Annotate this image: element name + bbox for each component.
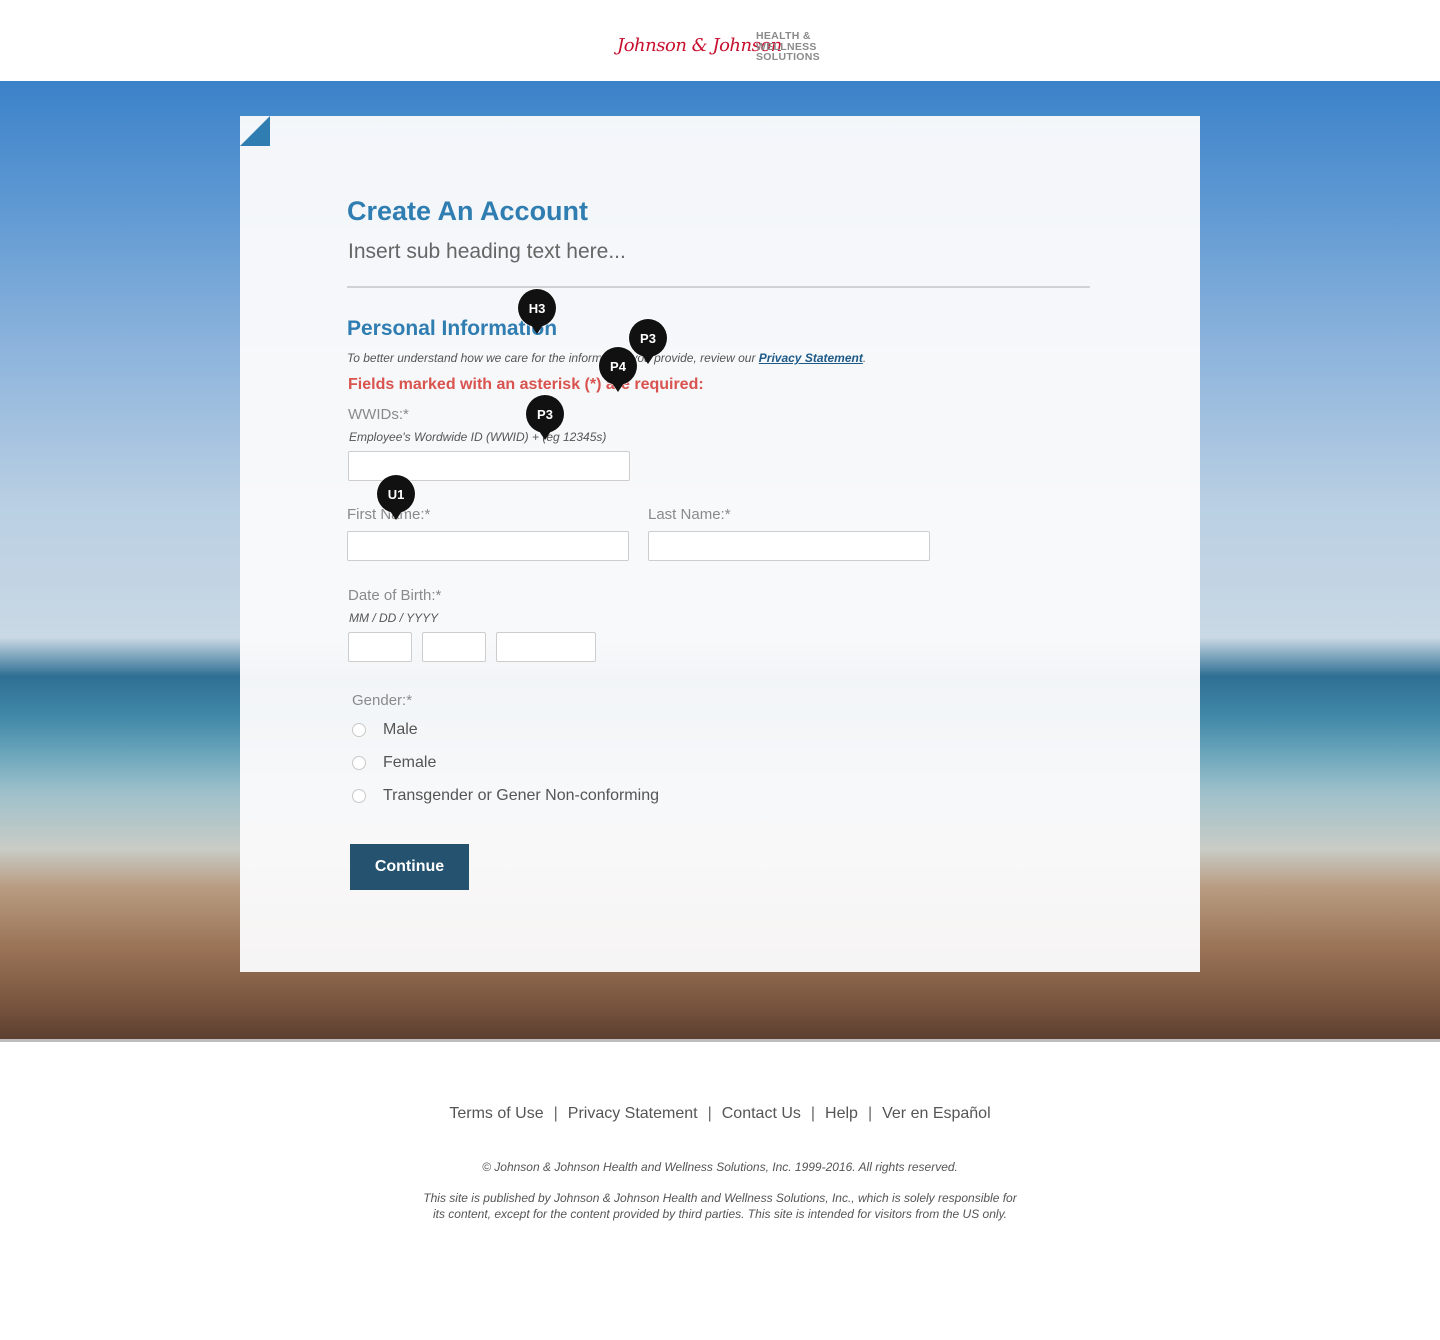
footer-separator: | xyxy=(707,1105,712,1122)
first-name-input[interactable] xyxy=(347,531,629,561)
hero-divider xyxy=(0,1039,1440,1042)
gender-option-label: Female xyxy=(383,754,437,771)
last-name-input[interactable] xyxy=(648,531,930,561)
annotation-pin-u1: U1 xyxy=(377,475,415,520)
footer-disclaimer: This site is published by Johnson & John… xyxy=(423,1191,1017,1221)
privacy-note-text: To better understand how we care for the… xyxy=(347,351,759,365)
dob-year-input[interactable] xyxy=(496,632,596,662)
page-title: Create An Account xyxy=(347,196,589,226)
page-subheading: Insert sub heading text here... xyxy=(348,240,626,263)
continue-button[interactable]: Continue xyxy=(350,844,469,890)
dob-label: Date of Birth:* xyxy=(348,587,442,604)
footer-link-contact[interactable]: Contact Us xyxy=(722,1105,801,1122)
site-header: Johnson & Johnson HEALTH & WELLNESS SOLU… xyxy=(0,0,1440,82)
page-fold-corner-icon xyxy=(240,116,270,146)
footer-link-spanish[interactable]: Ver en Español xyxy=(882,1105,991,1122)
dob-hint: MM / DD / YYYY xyxy=(349,611,439,625)
footer-link-privacy[interactable]: Privacy Statement xyxy=(568,1105,698,1122)
dob-month-input[interactable] xyxy=(348,632,412,662)
logo-sub-line-1: HEALTH & xyxy=(756,30,811,42)
privacy-note-period: . xyxy=(862,351,867,365)
radio-female[interactable] xyxy=(352,756,366,770)
radio-transgender[interactable] xyxy=(352,789,366,803)
radio-male[interactable] xyxy=(352,723,366,737)
required-fields-note: Fields marked with an asterisk (*) are r… xyxy=(348,376,704,393)
heading-divider xyxy=(347,286,1090,288)
annotation-pin-p4: P4 xyxy=(599,347,637,392)
footer-separator: | xyxy=(810,1105,816,1122)
logo-subtitle: HEALTH & WELLNESS SOLUTIONS xyxy=(756,31,820,63)
wwid-hint: Employee's Wordwide ID (WWID) + (eg 1234… xyxy=(349,430,607,444)
gender-label: Gender:* xyxy=(352,692,413,709)
gender-option-male[interactable]: Male xyxy=(347,718,418,742)
footer-separator: | xyxy=(553,1105,558,1122)
logo-sub-line-3: SOLUTIONS xyxy=(756,51,820,63)
footer-separator: | xyxy=(867,1105,873,1122)
wwid-label: WWIDs:* xyxy=(348,406,409,423)
dob-day-input[interactable] xyxy=(422,632,486,662)
footer-copyright: © Johnson & Johnson Health and Wellness … xyxy=(482,1160,958,1174)
annotation-pin-p3: P3 xyxy=(526,395,564,440)
last-name-label: Last Name:* xyxy=(648,506,731,523)
jnj-logo[interactable]: Johnson & Johnson HEALTH & WELLNESS SOLU… xyxy=(617,31,827,67)
footer-link-help[interactable]: Help xyxy=(825,1105,858,1122)
gender-option-label: Male xyxy=(383,721,418,738)
annotation-pin-h3: H3 xyxy=(518,289,556,334)
gender-option-label: Transgender or Gener Non-conforming xyxy=(383,787,659,804)
footer-link-terms[interactable]: Terms of Use xyxy=(449,1105,543,1122)
gender-option-transgender[interactable]: Transgender or Gener Non-conforming xyxy=(347,784,659,808)
gender-option-female[interactable]: Female xyxy=(347,751,436,775)
annotation-pin-p3: P3 xyxy=(629,319,667,364)
privacy-statement-link[interactable]: Privacy Statement xyxy=(759,351,863,365)
footer-nav: Terms of Use | Privacy Statement | Contact U… xyxy=(0,1105,1440,1123)
